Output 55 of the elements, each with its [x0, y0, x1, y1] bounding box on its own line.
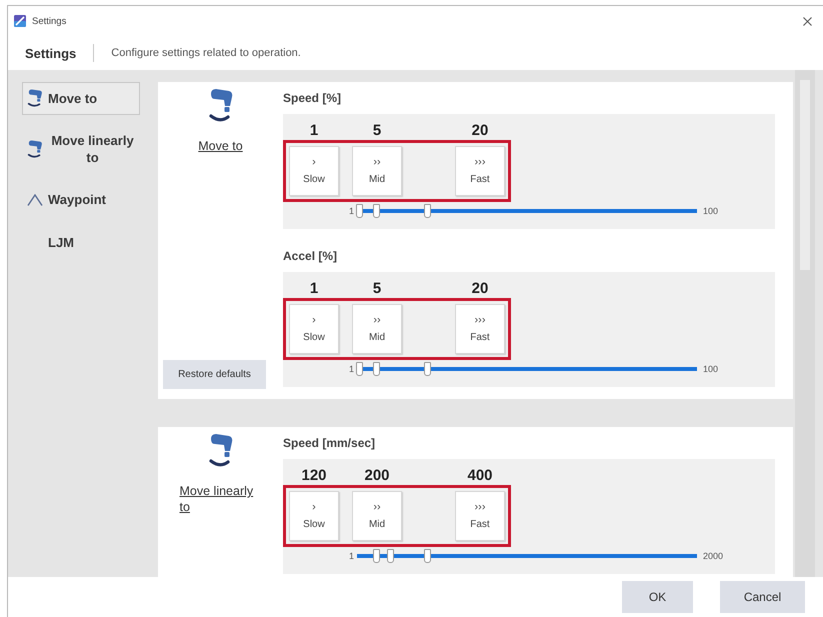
preset-value: 200: [363, 467, 391, 485]
slider-thumb[interactable]: [424, 362, 432, 376]
slider-min-label: 1: [349, 206, 354, 216]
slider-max-label: 100: [703, 364, 720, 374]
robot-arm-icon: [208, 433, 234, 469]
preset-button[interactable]: › Slow: [289, 146, 339, 196]
page-description: Configure settings related to operation.: [111, 47, 301, 59]
preset-button[interactable]: ››› Fast: [455, 304, 505, 354]
chevron-up-icon: [27, 194, 43, 206]
slider-thumb[interactable]: [424, 204, 432, 218]
setting-label: Speed [mm/sec]: [283, 435, 376, 451]
slider-thumb[interactable]: [356, 204, 364, 218]
slider-thumb[interactable]: [424, 549, 432, 563]
slider-thumb[interactable]: [373, 204, 380, 218]
slider-min-label: 1: [349, 551, 354, 561]
preset-value: 1: [308, 122, 320, 140]
setting-label: Accel [%]: [283, 248, 338, 264]
app-icon: [14, 15, 26, 27]
restore-defaults-button[interactable]: Restore defaults: [163, 360, 266, 389]
section-link[interactable]: Move linearly to: [180, 483, 262, 515]
setting-label: Speed [%]: [283, 90, 342, 106]
preset-value: 20: [470, 280, 490, 298]
preset-value: 20: [470, 122, 490, 140]
preset-button[interactable]: ›› Mid: [352, 491, 402, 541]
preset-button[interactable]: › Slow: [289, 491, 339, 541]
section-link[interactable]: Move to: [198, 138, 243, 154]
slider-min-label: 1: [349, 364, 354, 374]
slider-max-label: 100: [703, 206, 720, 216]
preset-value: 120: [300, 467, 328, 485]
preset-button[interactable]: ››› Fast: [455, 491, 505, 541]
preset-button[interactable]: ›› Mid: [352, 146, 402, 196]
slider-thumb[interactable]: [373, 549, 380, 563]
preset-value: 5: [372, 280, 382, 298]
close-icon[interactable]: [803, 16, 812, 26]
slider-thumb[interactable]: [373, 362, 380, 376]
preset-value: 5: [372, 122, 382, 140]
page-title: Settings: [25, 46, 76, 60]
preset-value: 400: [466, 467, 494, 485]
robot-arm-icon: [208, 88, 234, 124]
robot-arm-icon: [27, 89, 43, 108]
preset-button[interactable]: › Slow: [289, 304, 339, 354]
slider-thumb[interactable]: [356, 362, 364, 376]
dialog-button[interactable]: OK: [622, 581, 693, 613]
sidebar-item[interactable]: LJM: [22, 226, 140, 259]
preset-value: 1: [308, 280, 320, 298]
preset-button[interactable]: ››› Fast: [455, 146, 505, 196]
sidebar-item[interactable]: Move to: [22, 82, 140, 115]
slider-thumb[interactable]: [387, 549, 394, 563]
window-title: Settings: [32, 16, 66, 26]
sidebar-item[interactable]: Move linearly to: [22, 125, 140, 173]
preset-button[interactable]: ›› Mid: [352, 304, 402, 354]
slider-max-label: 2000: [703, 551, 724, 561]
sidebar-item[interactable]: Waypoint: [22, 183, 140, 216]
dialog-button[interactable]: Cancel: [720, 581, 805, 613]
robot-arm-icon: [27, 140, 43, 158]
